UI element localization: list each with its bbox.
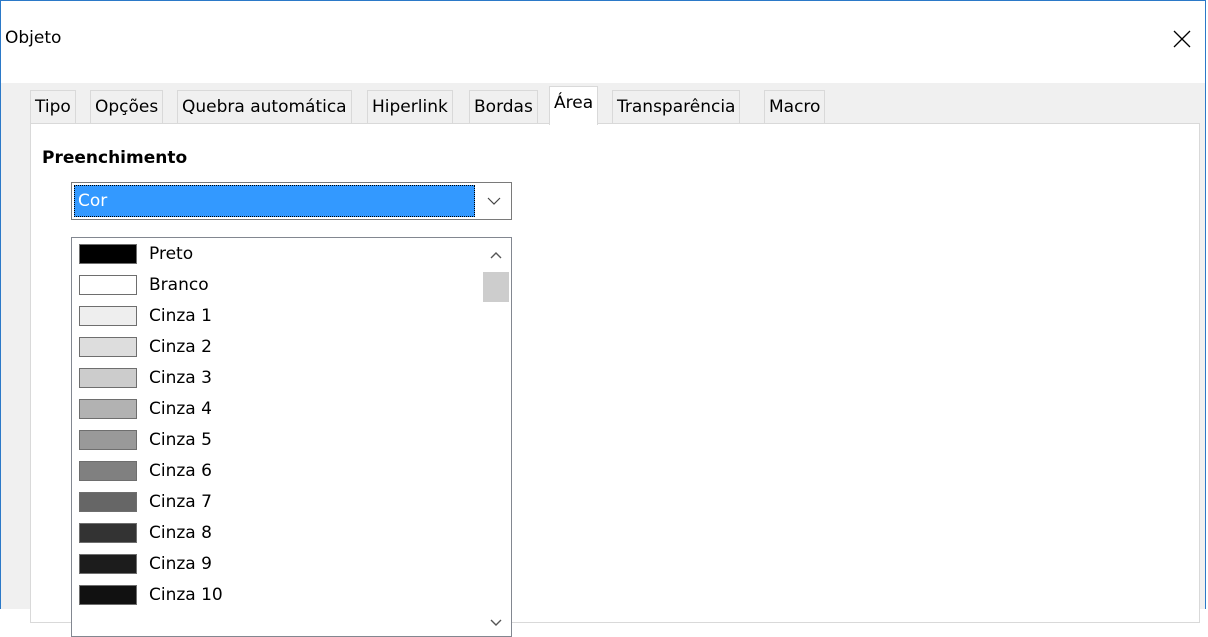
chevron-down-icon	[487, 197, 501, 205]
color-label: Cinza 6	[149, 461, 212, 481]
color-swatch	[79, 554, 137, 574]
color-label: Cinza 2	[149, 337, 212, 357]
title-bar: Objeto	[1, 1, 1205, 83]
tab-area[interactable]: Área	[549, 86, 599, 125]
tab-tipo[interactable]: Tipo	[30, 90, 76, 123]
color-label: Cinza 3	[149, 368, 212, 388]
dialog-title: Objeto	[5, 28, 62, 48]
color-swatch	[79, 306, 137, 326]
scroll-up-button[interactable]	[481, 238, 511, 272]
tab-transparencia[interactable]: Transparência	[612, 90, 741, 123]
object-dialog: Objeto Tipo Opções Quebra automática Hip…	[0, 0, 1206, 637]
tab-opcoes[interactable]: Opções	[90, 90, 164, 123]
fill-heading: Preenchimento	[42, 148, 188, 168]
color-swatch	[79, 337, 137, 357]
color-label: Cinza 8	[149, 523, 212, 543]
dropdown-button[interactable]	[477, 183, 511, 219]
color-item-cinza-5[interactable]: Cinza 5	[79, 427, 212, 453]
tab-bordas[interactable]: Bordas	[469, 90, 538, 123]
color-item-cinza-7[interactable]: Cinza 7	[79, 489, 212, 515]
color-swatch	[79, 399, 137, 419]
scroll-down-button[interactable]	[481, 608, 511, 636]
color-swatch	[79, 523, 137, 543]
color-swatch	[79, 275, 137, 295]
color-label: Cinza 7	[149, 492, 212, 512]
color-item-cinza-8[interactable]: Cinza 8	[79, 520, 212, 546]
dialog-content: Tipo Opções Quebra automática Hiperlink …	[1, 83, 1205, 637]
tab-hiperlink[interactable]: Hiperlink	[367, 90, 453, 123]
color-swatch	[79, 461, 137, 481]
chevron-down-icon	[490, 619, 502, 626]
close-icon	[1173, 30, 1191, 48]
color-item-cinza-2[interactable]: Cinza 2	[79, 334, 212, 360]
fill-type-value: Cor	[74, 185, 475, 217]
fill-type-dropdown[interactable]: Cor	[71, 182, 512, 220]
color-item-branco[interactable]: Branco	[79, 272, 209, 298]
color-label: Cinza 10	[149, 585, 223, 605]
color-item-cinza-6[interactable]: Cinza 6	[79, 458, 212, 484]
color-swatch	[79, 430, 137, 450]
scroll-thumb[interactable]	[483, 272, 509, 302]
color-label: Cinza 1	[149, 306, 212, 326]
color-item-cinza-3[interactable]: Cinza 3	[79, 365, 212, 391]
close-button[interactable]	[1159, 19, 1205, 59]
list-scrollbar[interactable]	[481, 238, 511, 636]
color-item-preto[interactable]: Preto	[79, 241, 193, 267]
tab-quebra-automatica[interactable]: Quebra automática	[177, 90, 352, 123]
area-tab-page: Preenchimento Cor Preto Branco Cinza 1 C…	[30, 123, 1200, 637]
color-swatch	[79, 368, 137, 388]
color-swatch	[79, 244, 137, 264]
color-label: Preto	[149, 244, 194, 264]
color-item-cinza-1[interactable]: Cinza 1	[79, 303, 212, 329]
color-label: Cinza 5	[149, 430, 212, 450]
color-item-cinza-10[interactable]: Cinza 10	[79, 582, 223, 608]
color-label: Cinza 9	[149, 554, 212, 574]
color-label: Cinza 4	[149, 399, 212, 419]
color-label: Branco	[149, 275, 209, 295]
color-list[interactable]: Preto Branco Cinza 1 Cinza 2 Cinza 3 Cin…	[71, 237, 512, 637]
chevron-up-icon	[490, 252, 502, 259]
color-item-cinza-9[interactable]: Cinza 9	[79, 551, 212, 577]
color-swatch	[79, 585, 137, 605]
color-item-cinza-4[interactable]: Cinza 4	[79, 396, 212, 422]
color-swatch	[79, 492, 137, 512]
tab-macro[interactable]: Macro	[764, 90, 826, 123]
